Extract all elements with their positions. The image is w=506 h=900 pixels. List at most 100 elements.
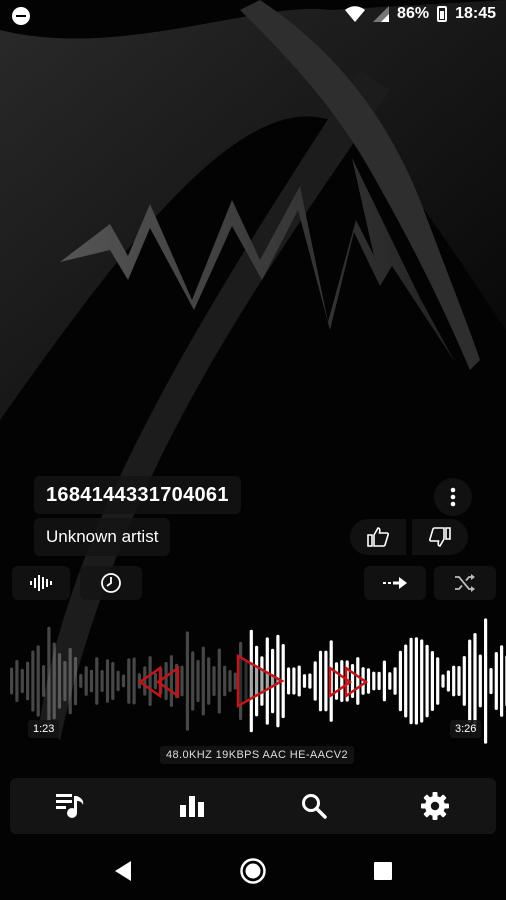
- repeat-arrow-icon: [383, 577, 407, 589]
- waveform-bar: [302, 674, 307, 688]
- waveform-bar: [105, 659, 110, 703]
- waveform-bar: [308, 673, 312, 689]
- waveform-bar: [185, 631, 189, 731]
- waveform-toggle-button[interactable]: [12, 566, 70, 600]
- waveform-bar: [68, 647, 72, 715]
- waveform-bar: [148, 656, 152, 706]
- waveform-bar: [452, 665, 456, 697]
- waveform-bar: [95, 657, 99, 705]
- track-title: 1684144331704061: [34, 476, 241, 514]
- waveform-bar: [89, 669, 94, 693]
- waveform-bar: [180, 665, 184, 697]
- waveform-bar: [132, 657, 136, 705]
- more-options-button[interactable]: [434, 478, 472, 516]
- waveform-bar: [436, 657, 440, 705]
- system-navigation-bar: [0, 842, 506, 900]
- waveform-bar: [478, 654, 482, 708]
- play-button[interactable]: [236, 653, 285, 709]
- shuffle-button[interactable]: [434, 566, 496, 600]
- waveform-bar: [318, 650, 323, 712]
- dislike-button[interactable]: [412, 519, 468, 555]
- waveform-bar: [468, 639, 472, 723]
- waveform-bar: [334, 662, 339, 700]
- gear-icon: [421, 792, 450, 820]
- waveform-bar: [228, 670, 232, 692]
- clock-icon: [101, 573, 121, 593]
- waveform-bar: [388, 672, 392, 690]
- waveform-bar: [116, 670, 120, 692]
- waveform-bar: [127, 658, 131, 704]
- waveform-bar: [430, 651, 434, 711]
- thumbs-up-icon: [367, 527, 389, 547]
- waveform-bar: [356, 657, 360, 705]
- waveform-bar: [223, 665, 227, 697]
- status-bar: 86% 18:45: [0, 0, 506, 32]
- back-icon[interactable]: [113, 860, 133, 882]
- waveform-bar: [15, 660, 19, 702]
- waveform-bar: [366, 668, 371, 694]
- waveform-bar: [324, 650, 328, 712]
- waveform-bar: [500, 645, 504, 717]
- waveform-bar: [382, 660, 386, 702]
- minus-circle-icon: [12, 7, 30, 25]
- album-art-background: [0, 0, 506, 900]
- waveform-bar: [196, 659, 200, 703]
- waveform-bar: [340, 660, 344, 702]
- sleep-timer-button[interactable]: [80, 566, 142, 600]
- waveform-bar: [398, 650, 402, 712]
- nav-equalizer[interactable]: [162, 778, 222, 834]
- waveform-bar: [42, 665, 46, 697]
- waveform-icon: [30, 575, 52, 591]
- waveform-bar: [393, 667, 397, 695]
- shuffle-icon: [455, 574, 475, 592]
- waveform-bar: [441, 674, 445, 688]
- elapsed-time: 1:23: [28, 720, 60, 738]
- waveform-bar: [409, 637, 413, 725]
- waveform-bar: [372, 671, 376, 691]
- waveform-bar: [143, 666, 147, 696]
- nav-playlist[interactable]: [41, 778, 101, 834]
- waveform-bar: [20, 668, 24, 694]
- waveform-bar: [420, 639, 424, 723]
- waveform-bar: [47, 626, 51, 736]
- waveform-bar: [26, 661, 30, 701]
- waveform-bar: [494, 652, 498, 710]
- waveform-bar: [414, 637, 418, 725]
- waveform-bar: [153, 672, 157, 690]
- waveform-bar: [111, 662, 115, 700]
- nav-search[interactable]: [284, 778, 344, 834]
- clock-time: 18:45: [455, 5, 496, 22]
- nav-settings[interactable]: [405, 778, 465, 834]
- like-button[interactable]: [350, 519, 406, 555]
- waveform-bar: [10, 667, 14, 695]
- battery-percent: 86%: [397, 5, 430, 22]
- waveform-bar: [233, 672, 237, 690]
- playlist-music-icon: [55, 794, 83, 818]
- waveform-bar: [489, 668, 493, 695]
- recents-icon[interactable]: [373, 861, 393, 881]
- play-icon: [236, 653, 285, 709]
- thumbs-down-icon: [429, 527, 451, 547]
- waveform-bar: [79, 674, 83, 688]
- waveform-bar: [425, 644, 429, 718]
- waveform-bar: [36, 645, 40, 717]
- waveform-bar: [457, 666, 461, 696]
- waveform-bar: [297, 665, 301, 697]
- waveform-bar: [404, 644, 408, 718]
- track-artist[interactable]: Unknown artist: [34, 518, 171, 556]
- waveform-bar: [313, 661, 317, 701]
- waveform-bar: [31, 650, 35, 712]
- search-icon: [301, 794, 327, 819]
- bottom-navigation: [10, 778, 496, 834]
- waveform-bar: [73, 656, 78, 706]
- more-vertical-icon: [450, 487, 456, 507]
- waveform-bar: [63, 661, 67, 702]
- bar-chart-icon: [180, 796, 205, 817]
- waveform-seekbar[interactable]: [0, 606, 506, 756]
- waveform-bar: [201, 646, 205, 716]
- waveform-bar: [377, 671, 381, 691]
- signal-icon: [373, 6, 390, 22]
- home-icon[interactable]: [239, 857, 267, 885]
- repeat-button[interactable]: [364, 566, 426, 600]
- audio-format-info: 48.0KHZ 19KBPS AAC HE-AACV2: [160, 746, 354, 764]
